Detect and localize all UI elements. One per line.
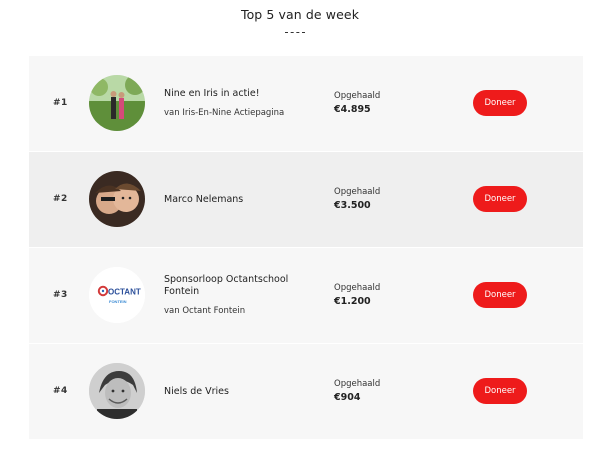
octant-logo: OCTANT FONTEIN xyxy=(89,267,145,323)
donate-button[interactable]: Doneer xyxy=(473,90,527,116)
raised-label: Opgehaald xyxy=(334,91,381,101)
rank-label: #2 xyxy=(53,194,68,204)
donate-button[interactable]: Doneer xyxy=(473,282,527,308)
raised-block: Opgehaald €1.200 xyxy=(334,248,434,343)
leaderboard-row[interactable]: #1 Nine en Iris in actie! van Iris-En-Ni… xyxy=(29,56,583,152)
entry-info: Sponsorloop Octantschool Fontein van Oct… xyxy=(164,248,314,343)
donate-button[interactable]: Doneer xyxy=(473,378,527,404)
leaderboard-list: #1 Nine en Iris in actie! van Iris-En-Ni… xyxy=(29,56,583,440)
avatar-portrait-photo xyxy=(89,363,145,419)
entry-subtitle[interactable]: van Iris-En-Nine Actiepagina xyxy=(164,108,314,119)
raised-label: Opgehaald xyxy=(334,379,381,389)
entry-name[interactable]: Niels de Vries xyxy=(164,386,314,398)
leaderboard-row[interactable]: #2 Marco Nelemans Opgehaald €3.500 Donee… xyxy=(29,152,583,248)
leaderboard-row[interactable]: #4 Niels de Vries Opgehaald €904 Doneer xyxy=(29,344,583,440)
entry-name[interactable]: Sponsorloop Octantschool Fontein xyxy=(164,274,314,298)
donate-button[interactable]: Doneer xyxy=(473,186,527,212)
entry-info: Niels de Vries xyxy=(164,344,314,439)
entry-subtitle[interactable]: van Octant Fontein xyxy=(164,306,314,317)
avatar-selfie-photo xyxy=(89,171,145,227)
entry-info: Nine en Iris in actie! van Iris-En-Nine … xyxy=(164,56,314,151)
octant-logo-text: OCTANT xyxy=(108,288,141,297)
raised-label: Opgehaald xyxy=(334,283,381,293)
entry-name[interactable]: Nine en Iris in actie! xyxy=(164,88,314,100)
raised-block: Opgehaald €4.895 xyxy=(334,56,434,151)
raised-amount: €904 xyxy=(334,392,361,403)
entry-info: Marco Nelemans xyxy=(164,152,314,247)
rank-label: #4 xyxy=(53,386,68,396)
top-five-page: Top 5 van de week #1 Nine en Iris in act… xyxy=(0,0,600,450)
raised-amount: €4.895 xyxy=(334,104,371,115)
raised-block: Opgehaald €3.500 xyxy=(334,152,434,247)
title-divider xyxy=(285,32,305,33)
page-title: Top 5 van de week xyxy=(240,7,360,22)
raised-amount: €3.500 xyxy=(334,200,371,211)
raised-label: Opgehaald xyxy=(334,187,381,197)
leaderboard-row[interactable]: #3 OCTANT FONTEIN Sponsorloop Octantscho… xyxy=(29,248,583,344)
entry-name[interactable]: Marco Nelemans xyxy=(164,194,314,206)
raised-block: Opgehaald €904 xyxy=(334,344,434,439)
rank-label: #3 xyxy=(53,290,68,300)
octant-logo-subtext: FONTEIN xyxy=(109,299,127,304)
raised-amount: €1.200 xyxy=(334,296,371,307)
rank-label: #1 xyxy=(53,98,68,108)
avatar-outdoor-photo xyxy=(89,75,145,131)
